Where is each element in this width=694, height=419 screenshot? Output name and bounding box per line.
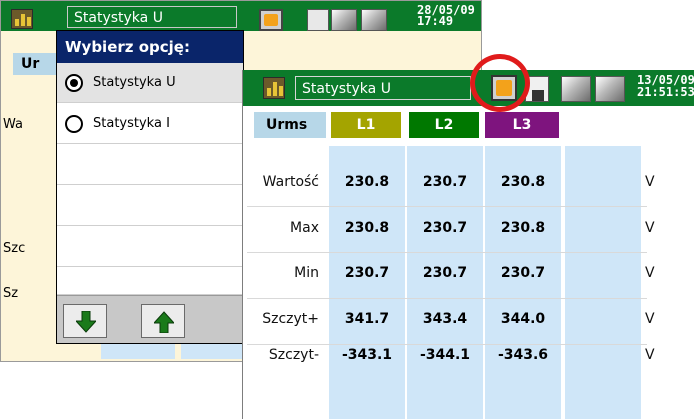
- value-cell: 341.7: [344, 311, 390, 327]
- value-cell: -343.6: [497, 347, 549, 363]
- background-ur-label: Ur: [21, 56, 40, 72]
- background-row-label: Wa: [3, 117, 23, 132]
- phase-l2-header: L2: [409, 112, 479, 138]
- shade-icon[interactable]: [331, 9, 357, 31]
- option-label: Statystyka U: [93, 75, 176, 90]
- scroll-down-button[interactable]: [63, 304, 107, 338]
- value-cell: 230.7: [422, 220, 468, 236]
- value-cell: 230.8: [500, 220, 546, 236]
- scroll-up-button[interactable]: [141, 304, 185, 338]
- dialog-title: Wybierz opcję:: [57, 31, 243, 63]
- row-label-max: Max: [290, 220, 319, 236]
- value-cell: 344.0: [500, 311, 546, 327]
- value-cell: -344.1: [419, 347, 471, 363]
- title-bar: Statystyka U 13/05/09 21:51:53: [243, 70, 694, 106]
- bar-chart-icon[interactable]: [11, 9, 33, 29]
- arrow-up-icon: [154, 311, 174, 333]
- highlight-circle: [470, 54, 530, 112]
- row-divider: [247, 252, 647, 253]
- value-cell: 230.7: [422, 265, 468, 281]
- background-title-bar: Statystyka U 28/05/09 17:49: [1, 1, 481, 31]
- shade-icon[interactable]: [561, 76, 591, 102]
- option-statystyka-u[interactable]: Statystyka U: [57, 63, 243, 103]
- background-row-label: Sz: [3, 286, 19, 301]
- shade-icon[interactable]: [595, 76, 625, 102]
- phase-l3-header: L3: [485, 112, 559, 138]
- urms-header: Urms: [254, 112, 326, 138]
- background-title[interactable]: Statystyka U: [67, 6, 237, 28]
- statistics-window: Statystyka U 13/05/09 21:51:53 Urms L1 L…: [242, 54, 694, 419]
- row-divider: [247, 206, 647, 207]
- option-statystyka-i[interactable]: Statystyka I: [57, 104, 243, 144]
- value-cell: 230.8: [344, 174, 390, 190]
- value-cell: 230.8: [500, 174, 546, 190]
- row-divider: [247, 298, 647, 299]
- background-datetime: 28/05/09 17:49: [417, 3, 475, 28]
- row-label-min: Min: [294, 265, 319, 281]
- dialog-footer: [57, 295, 243, 343]
- value-cell: 230.7: [344, 265, 390, 281]
- unit-label: V: [645, 220, 655, 236]
- option-label: Statystyka I: [93, 116, 170, 131]
- value-cell: 230.7: [500, 265, 546, 281]
- unit-label: V: [645, 311, 655, 327]
- row-divider: [247, 344, 647, 345]
- save-icon[interactable]: [307, 9, 329, 31]
- empty-list-row: [57, 145, 243, 185]
- bar-chart-icon[interactable]: [263, 77, 285, 99]
- window-title[interactable]: Statystyka U: [295, 76, 471, 100]
- shade-icon[interactable]: [361, 9, 387, 31]
- empty-column: [565, 146, 641, 419]
- empty-list-row: [57, 268, 243, 295]
- unit-label: V: [645, 174, 655, 190]
- value-cell: 343.4: [422, 311, 468, 327]
- phase-l1-header: L1: [331, 112, 401, 138]
- value-cell: 230.7: [422, 174, 468, 190]
- background-row-label: Szc: [3, 241, 26, 256]
- swap-icon[interactable]: [259, 9, 283, 31]
- radio-selected-icon[interactable]: [65, 74, 83, 92]
- arrow-down-icon: [76, 311, 96, 333]
- empty-list-row: [57, 227, 243, 267]
- unit-label: V: [645, 265, 655, 281]
- select-option-dialog: Wybierz opcję: Statystyka U Statystyka I: [56, 30, 244, 344]
- empty-list-row: [57, 186, 243, 226]
- row-label-wartosc: Wartość: [262, 174, 319, 190]
- value-cell: 230.8: [344, 220, 390, 236]
- row-label-szczyt-minus: Szczyt-: [268, 347, 319, 363]
- unit-label: V: [645, 347, 655, 363]
- row-label-szczyt-plus: Szczyt+: [262, 311, 319, 327]
- radio-unselected-icon[interactable]: [65, 115, 83, 133]
- datetime: 13/05/09 21:51:53: [637, 73, 694, 99]
- value-cell: -343.1: [341, 347, 393, 363]
